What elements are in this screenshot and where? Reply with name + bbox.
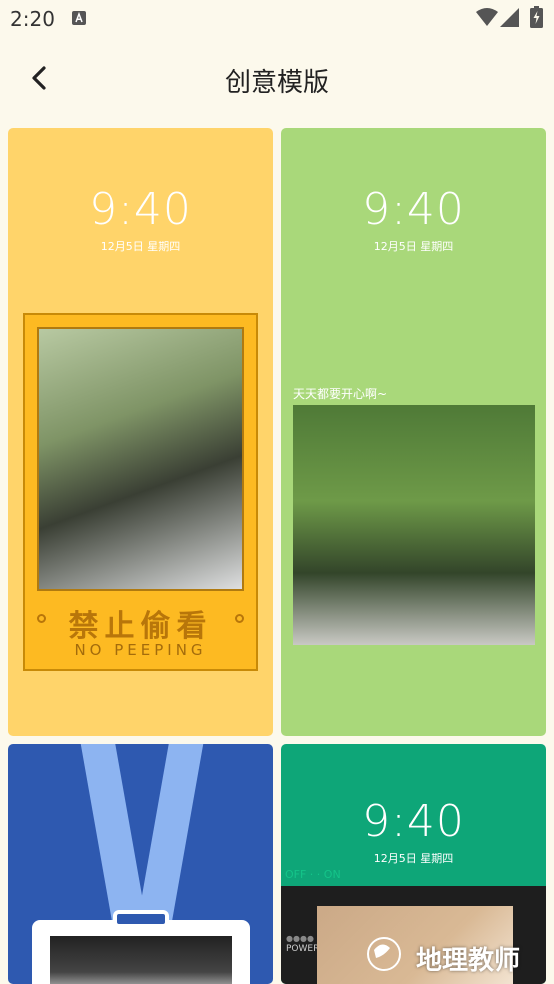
template-caption: 天天都要开心啊~ bbox=[293, 387, 388, 401]
sign-subtext: NO PEEPING bbox=[74, 641, 207, 659]
sign-text: 禁止偷看 bbox=[68, 609, 213, 644]
switch-labels: OFF · · ON bbox=[285, 868, 341, 881]
power-dots-icon: ●●●● bbox=[286, 934, 314, 943]
lock-time: 9:40 bbox=[362, 796, 465, 847]
signal-icon bbox=[500, 8, 519, 27]
template-photo bbox=[37, 327, 244, 591]
template-card-badge[interactable] bbox=[8, 744, 273, 984]
lanyard-strap bbox=[137, 744, 205, 926]
lock-time: 9:40 bbox=[362, 184, 465, 235]
power-label: POWER bbox=[286, 944, 320, 954]
id-badge bbox=[32, 920, 250, 984]
header: 创意模版 bbox=[0, 48, 554, 108]
lock-date: 12月5日 星期四 bbox=[373, 240, 454, 253]
page-title: 创意模版 bbox=[224, 68, 329, 98]
template-card-happy[interactable]: 9:40 12月5日 星期四 天天都要开心啊~ bbox=[281, 128, 546, 736]
lock-date: 12月5日 星期四 bbox=[373, 852, 454, 865]
template-photo bbox=[293, 405, 535, 645]
status-bar: 2:20 bbox=[0, 0, 554, 38]
photo-frame: 禁止偷看 NO PEEPING bbox=[23, 313, 258, 671]
battery-charging-icon bbox=[530, 6, 543, 28]
template-card-no-peeping[interactable]: 9:40 12月5日 星期四 禁止偷看 NO PEEPING bbox=[8, 128, 273, 736]
badge-clip bbox=[113, 910, 169, 928]
watermark: 地理教师 bbox=[360, 930, 550, 976]
template-photo bbox=[50, 936, 232, 984]
lock-time: 9:40 bbox=[89, 184, 192, 235]
lock-date: 12月5日 星期四 bbox=[100, 240, 181, 253]
watermark-text: 地理教师 bbox=[416, 946, 521, 976]
status-time: 2:20 bbox=[10, 7, 55, 31]
lanyard-strap bbox=[79, 744, 147, 926]
wifi-icon bbox=[476, 8, 498, 26]
notification-a-icon bbox=[72, 11, 86, 25]
watermark-logo-icon bbox=[367, 937, 401, 971]
